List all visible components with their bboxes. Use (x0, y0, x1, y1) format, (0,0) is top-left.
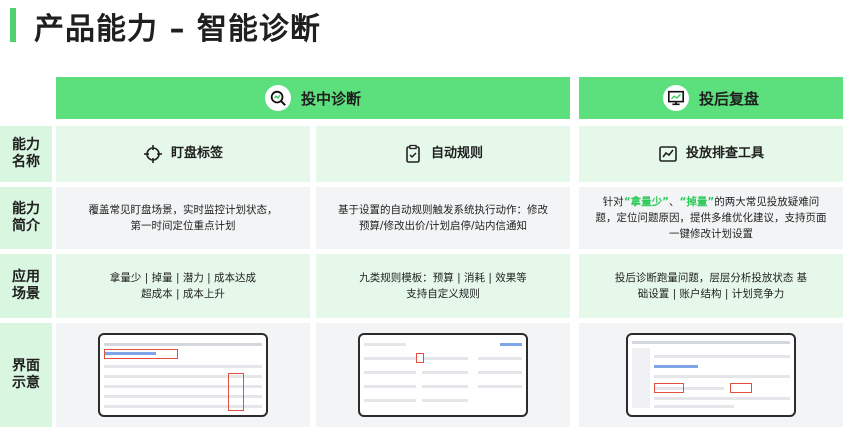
capability-intro-watch-tags: 覆盖常见盯盘场景，实时监控计划状态，第一时间定位重点计划 (56, 187, 310, 249)
capability-name-auto-rules: 自动规则 (316, 126, 570, 182)
capability-intro-auto-rules: 基于设置的自动规则触发系统执行动作：修改预算/修改出价/计划启停/站内信通知 (316, 187, 570, 249)
row-label-capability-intro: 能力简介 (0, 187, 52, 249)
screenshot-thumbnail (358, 333, 528, 417)
row-label-capability-name: 能力名称 (0, 126, 52, 182)
scenario-auto-rules: 九类规则模板：预算 | 消耗 | 效果等 支持自定义规则 (316, 254, 570, 318)
section-header-label: 投后复盘 (698, 89, 759, 108)
section-header-in-flight-diagnosis: 投中诊断 (56, 77, 570, 119)
section-header-post-review: 投后复盘 (579, 77, 843, 119)
capability-intro-troubleshoot-tool: 针对“拿量少”、“掉量”的两大常见投放疑难问题，定位问题原因，提供多维优化建议，… (579, 187, 843, 249)
ui-preview-auto-rules (316, 323, 570, 427)
scenario-troubleshoot-tool: 投后诊断跑量问题，层层分析投放状态 基础设置 | 账户结构 | 计划竞争力 (579, 254, 843, 318)
magnifier-chart-icon (264, 85, 291, 111)
capability-name-troubleshoot-tool: 投放排查工具 (579, 126, 843, 182)
monitor-chart-icon (662, 85, 689, 111)
ui-preview-watch-tags (56, 323, 310, 427)
target-icon (143, 145, 162, 163)
clipboard-icon (406, 144, 420, 163)
capability-name-watch-tags: 盯盘标签 (56, 126, 310, 182)
row-label-ui: 界面示意 (0, 323, 52, 427)
ui-preview-troubleshoot-tool (579, 323, 843, 427)
screenshot-thumbnail (98, 333, 268, 417)
title-accent-bar (10, 8, 16, 42)
chart-line-icon (659, 146, 677, 162)
row-label-scenarios: 应用场景 (0, 254, 52, 318)
screenshot-thumbnail (626, 333, 796, 417)
scenario-watch-tags: 拿量少 | 掉量 | 潜力 | 成本达成 超成本 | 成本上升 (56, 254, 310, 318)
section-header-label: 投中诊断 (300, 89, 361, 108)
page-title: 产品能力 – 智能诊断 (34, 12, 321, 47)
